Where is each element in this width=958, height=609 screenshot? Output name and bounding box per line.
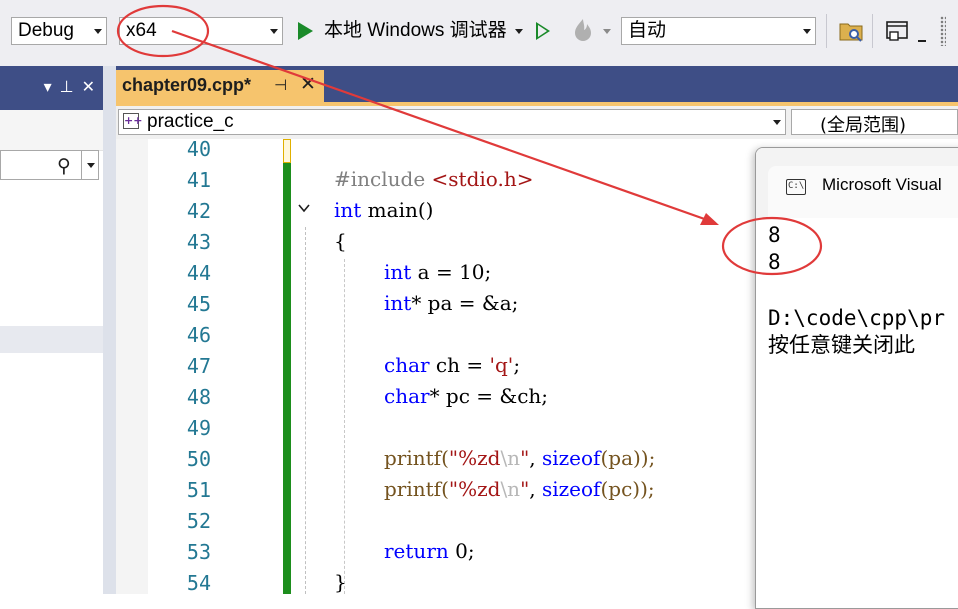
- project-scope-value: practice_c: [147, 111, 234, 132]
- main-toolbar: Debug x64 本地 Windows 调试器 自动: [0, 0, 958, 67]
- line-number: 47: [186, 354, 211, 378]
- search-input[interactable]: ⚲: [0, 150, 99, 180]
- chevron-down-icon[interactable]: [515, 29, 523, 34]
- chevron-down-icon[interactable]: [603, 29, 611, 34]
- chevron-down-icon: [270, 29, 278, 34]
- project-scope-dropdown[interactable]: ++ practice_c: [118, 109, 786, 135]
- code-line-44: int a = 10;: [384, 260, 492, 284]
- splitter[interactable]: [103, 66, 116, 594]
- console-output-line: 按任意键关闭此: [768, 333, 915, 357]
- console-output[interactable]: 8 8 D:\code\cpp\pr 按任意键关闭此: [756, 218, 958, 608]
- auto-dropdown[interactable]: 自动: [621, 17, 816, 45]
- tab-chapter09-cpp[interactable]: chapter09.cpp* ⊣ ✕: [116, 70, 324, 102]
- search-icon[interactable]: ⚲: [57, 155, 71, 177]
- line-number: 41: [186, 168, 211, 192]
- tree-item-selected[interactable]: [0, 326, 103, 353]
- code-line-51: printf("%zd\n", sizeof(pc));: [384, 477, 655, 501]
- code-line-47: char ch = 'q';: [384, 353, 521, 377]
- line-number: 53: [186, 540, 211, 564]
- code-line-43: {: [334, 229, 347, 253]
- toolbar-grip-icon[interactable]: [940, 16, 946, 46]
- code-line-50: printf("%zd\n", sizeof(pa));: [384, 446, 656, 470]
- platform-value: x64: [126, 20, 157, 41]
- console-title: Microsoft Visual: [822, 175, 942, 194]
- play-icon: [298, 22, 313, 40]
- console-output-line: 8: [768, 250, 781, 274]
- window-layout-icon[interactable]: [884, 18, 910, 44]
- terminal-icon: C:\: [786, 179, 806, 195]
- code-line-54: }: [334, 570, 347, 594]
- line-number: 43: [186, 230, 211, 254]
- panel-toolbar: [0, 110, 103, 151]
- glyph-margin: [116, 139, 148, 594]
- hot-reload-icon[interactable]: [570, 16, 596, 44]
- panel-titlebar: ▾ ⊥ ✕: [0, 66, 103, 110]
- console-output-line: 8: [768, 223, 781, 247]
- line-number: 46: [186, 323, 211, 347]
- pin-icon[interactable]: ⊥: [60, 77, 74, 96]
- chevron-down-icon: [803, 29, 811, 34]
- line-number: 48: [186, 385, 211, 409]
- code-line-53: return 0;: [384, 539, 475, 563]
- line-number: 40: [186, 139, 211, 161]
- indent-guide: [344, 259, 345, 594]
- start-without-debugging-icon[interactable]: [536, 22, 550, 40]
- line-number: 45: [186, 292, 211, 316]
- chevron-down-icon: [94, 29, 102, 34]
- code-line-42: int main(): [334, 198, 434, 222]
- pin-icon[interactable]: ⊣: [274, 76, 287, 94]
- auto-value: 自动: [628, 20, 667, 41]
- navigation-bar: ++ practice_c (全局范围): [116, 106, 958, 140]
- unsaved-change-marker: [283, 139, 291, 163]
- solution-explorer-panel: ▾ ⊥ ✕ ⚲: [0, 66, 103, 594]
- line-number: 52: [186, 509, 211, 533]
- line-number: 51: [186, 478, 211, 502]
- indent-guide: [305, 227, 306, 594]
- solution-platform-dropdown[interactable]: x64: [119, 17, 283, 45]
- tab-label: chapter09.cpp*: [122, 75, 252, 95]
- code-line-48: char* pc = &ch;: [384, 384, 549, 408]
- line-number: 42: [186, 199, 211, 223]
- line-number: 50: [186, 447, 211, 471]
- close-icon[interactable]: ✕: [300, 73, 316, 95]
- project-icon: ++: [123, 113, 143, 129]
- line-number: 54: [186, 571, 211, 594]
- line-number: 44: [186, 261, 211, 285]
- toolbar-separator: [826, 14, 827, 48]
- start-debugging-label: 本地 Windows 调试器: [324, 20, 507, 41]
- chevron-down-icon[interactable]: ▾: [44, 77, 52, 96]
- console-tab[interactable]: C:\ Microsoft Visual: [768, 166, 958, 218]
- document-tab-strip: chapter09.cpp* ⊣ ✕: [116, 66, 958, 106]
- chevron-down-icon[interactable]: [918, 40, 926, 42]
- folder-search-icon[interactable]: [838, 18, 864, 44]
- global-scope-value: (全局范围): [820, 115, 907, 136]
- toolbar-separator: [872, 14, 873, 48]
- panel-title-tools: ▾ ⊥ ✕: [36, 77, 95, 96]
- close-icon[interactable]: ✕: [82, 77, 95, 96]
- saved-change-marker: [283, 163, 291, 594]
- console-output-line: D:\code\cpp\pr: [768, 306, 946, 330]
- chevron-down-icon: [773, 120, 781, 125]
- line-number: 49: [186, 416, 211, 440]
- configuration-value: Debug: [18, 20, 74, 41]
- debug-console-window[interactable]: C:\ Microsoft Visual 8 8 D:\code\cpp\pr …: [755, 147, 958, 609]
- solution-configuration-dropdown[interactable]: Debug: [11, 17, 107, 45]
- search-options-dropdown[interactable]: [81, 151, 100, 179]
- code-line-41: #include <stdio.h>: [334, 167, 534, 191]
- code-line-45: int* pa = &a;: [384, 291, 519, 315]
- collapse-chevron-icon[interactable]: [298, 202, 310, 214]
- console-titlebar[interactable]: C:\ Microsoft Visual: [756, 148, 958, 218]
- global-scope-dropdown[interactable]: (全局范围): [791, 109, 958, 136]
